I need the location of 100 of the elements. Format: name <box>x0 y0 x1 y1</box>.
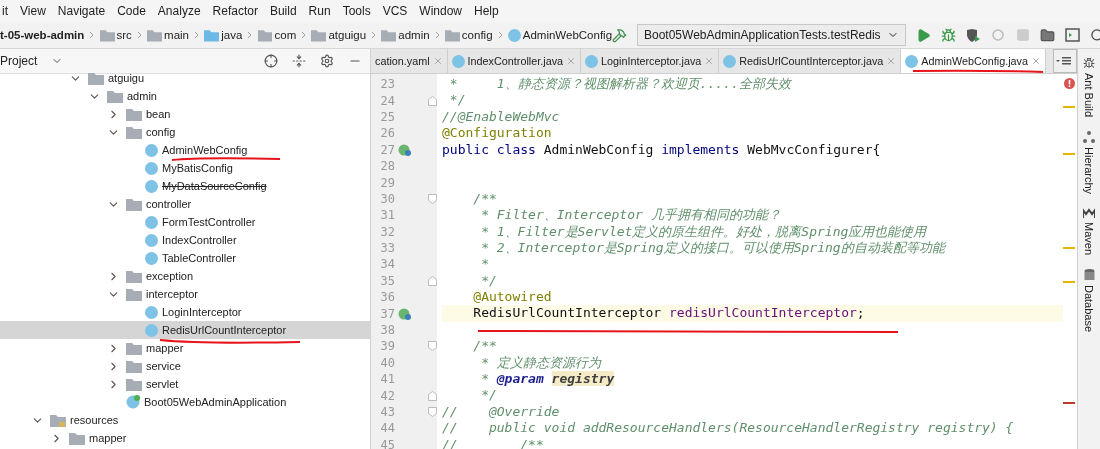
folder-icon <box>311 28 327 42</box>
close-icon[interactable] <box>886 56 897 66</box>
class-icon <box>145 233 158 247</box>
code-line: * 定义静态资源行为 <box>480 354 603 372</box>
folder-icon <box>107 89 123 103</box>
line-number: 24 <box>379 93 395 108</box>
line-number: 29 <box>379 175 395 190</box>
run-icon[interactable] <box>915 27 931 43</box>
close-icon[interactable] <box>432 56 443 66</box>
menu-item[interactable]: VCS <box>382 4 408 18</box>
menu-item[interactable]: Code <box>117 4 146 18</box>
tree-item[interactable]: servlet <box>0 375 370 393</box>
class-icon <box>145 143 158 157</box>
line-number: 31 <box>379 208 395 223</box>
menu-item[interactable]: Refactor <box>212 4 258 18</box>
fold-start-icon[interactable] <box>428 193 437 204</box>
tree-item[interactable]: RedisUrlCountInterceptor <box>0 321 370 339</box>
bean-icon[interactable] <box>398 306 412 321</box>
tree-item[interactable]: exception <box>0 267 370 285</box>
menu-item[interactable]: Help <box>474 4 499 18</box>
tree-item[interactable]: config <box>0 123 370 141</box>
code-line: /** <box>472 190 498 208</box>
breadcrumb[interactable]: atguigu <box>328 29 367 41</box>
tree-item[interactable]: mapper <box>0 429 370 447</box>
class-icon <box>145 305 158 319</box>
tree-item[interactable]: admin <box>0 87 370 105</box>
tree-item[interactable]: service <box>0 357 370 375</box>
debug-icon[interactable] <box>940 27 956 43</box>
code-line: /** <box>472 338 498 355</box>
fold-start-icon[interactable] <box>428 341 437 352</box>
line-number: 36 <box>379 290 395 305</box>
tree-item[interactable]: IndexController <box>0 231 370 249</box>
fold-end-icon[interactable] <box>428 95 437 106</box>
code-line: */ <box>480 387 498 404</box>
tab-list-icon[interactable] <box>1053 49 1077 73</box>
tree-item[interactable]: TableController <box>0 249 370 267</box>
tree-item[interactable]: interceptor <box>0 285 370 303</box>
tree-item[interactable]: controller <box>0 195 370 213</box>
class-icon <box>723 54 737 68</box>
shield-play-icon[interactable] <box>965 27 981 43</box>
line-number: 35 <box>379 273 395 288</box>
breadcrumb[interactable]: t-05-web-admin <box>0 29 85 41</box>
close-icon[interactable] <box>704 56 715 66</box>
run-configuration-dropdown[interactable]: Boot05WebAdminApplicationTests.testRedis <box>637 24 906 46</box>
close-icon[interactable] <box>566 56 577 66</box>
tree-item[interactable]: mapper <box>0 339 370 357</box>
breadcrumb[interactable]: AdminWebConfig <box>522 29 613 41</box>
menu-item[interactable]: Analyze <box>157 4 201 18</box>
breadcrumb[interactable]: admin <box>398 29 430 41</box>
menu-item[interactable]: Run <box>308 4 331 18</box>
class-icon <box>585 54 599 68</box>
collapse-icon[interactable] <box>292 54 306 68</box>
menu-item[interactable]: it <box>2 4 8 18</box>
line-number: 30 <box>379 191 395 206</box>
close-icon[interactable] <box>1030 56 1041 66</box>
panel-title[interactable]: Project <box>0 54 38 68</box>
tool-window-button[interactable]: Database <box>1083 285 1095 333</box>
code-line: @Configuration <box>442 125 553 142</box>
hammer-icon[interactable] <box>612 27 627 43</box>
tree-item[interactable]: atguigu <box>0 69 370 87</box>
breadcrumb[interactable]: java <box>221 29 243 41</box>
menu-item[interactable]: Window <box>419 4 462 18</box>
tree-item[interactable]: MyBatisConfig <box>0 159 370 177</box>
tree-item[interactable]: Boot05WebAdminApplication <box>0 393 370 411</box>
folder-icon <box>147 28 163 42</box>
breadcrumb[interactable]: src <box>116 29 132 41</box>
target-icon[interactable] <box>264 54 278 68</box>
tree-item[interactable]: FormTestController <box>0 213 370 231</box>
tree-item[interactable]: resources <box>0 411 370 429</box>
tool-window-button[interactable]: Maven <box>1083 222 1095 256</box>
code-line: // public void addResourceHandlers(ResourceHandlerRegistry registry) { <box>442 420 1015 437</box>
class-icon <box>451 54 465 68</box>
code-line: // /** <box>442 436 545 449</box>
fold-end-icon[interactable] <box>428 390 437 401</box>
tree-item[interactable]: AdminWebConfig <box>0 141 370 159</box>
bean-icon[interactable] <box>398 142 412 157</box>
menu-item[interactable]: Navigate <box>57 4 106 18</box>
breadcrumb[interactable]: main <box>164 29 189 41</box>
fold-end-icon[interactable] <box>428 275 437 286</box>
fold-start-icon[interactable] <box>428 407 437 417</box>
menu-item[interactable]: Build <box>269 4 297 18</box>
folder-icon <box>444 28 460 42</box>
search-icon[interactable] <box>1089 27 1100 43</box>
project-structure-icon[interactable] <box>1039 27 1055 43</box>
maven-icon <box>1083 208 1095 219</box>
tree-item[interactable]: LoginInterceptor <box>0 303 370 321</box>
breadcrumb[interactable]: config <box>461 29 493 41</box>
breadcrumb[interactable]: com <box>274 29 297 41</box>
tool-window-button[interactable]: Ant Build <box>1083 73 1095 118</box>
class-icon <box>145 215 158 229</box>
menu-item[interactable]: View <box>20 4 46 18</box>
settings-icon[interactable] <box>320 54 334 68</box>
code-line: * @param registry <box>480 371 616 388</box>
tool-window-button[interactable]: Hierarchy <box>1083 147 1095 195</box>
menu-item[interactable]: Tools <box>342 4 371 18</box>
editor-tab[interactable]: AdminWebConfig.java <box>901 49 1046 73</box>
folder-icon <box>126 341 142 355</box>
window-icon[interactable] <box>1064 28 1080 42</box>
tree-item[interactable]: MyDataSourceConfig <box>0 177 370 195</box>
tree-item[interactable]: bean <box>0 105 370 123</box>
